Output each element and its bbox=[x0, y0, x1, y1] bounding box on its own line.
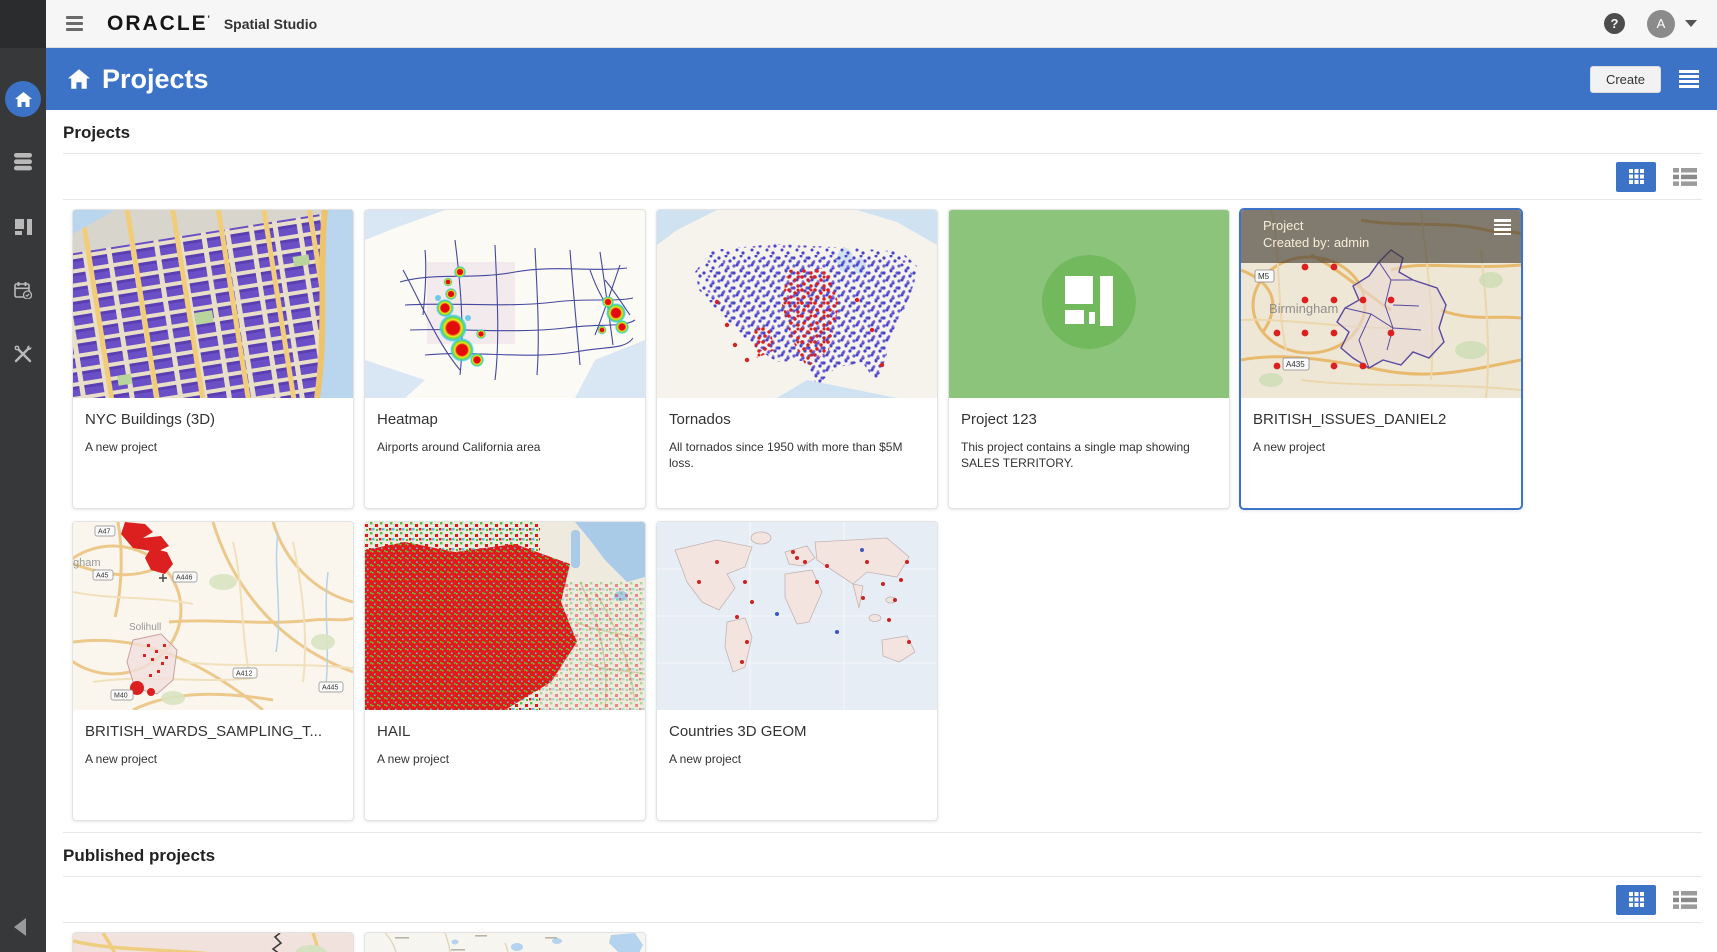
page-header: Projects Create bbox=[46, 48, 1717, 110]
page-title: Projects bbox=[102, 64, 209, 95]
british-issues-thumbnail: Birmingham M5 A435 Project Created by: a… bbox=[1241, 210, 1521, 398]
published-card-grid bbox=[63, 923, 1702, 952]
jobs-calendar-icon bbox=[14, 282, 32, 299]
projects-card-grid: NYC Buildings (3D) A new project bbox=[63, 200, 1702, 821]
project-title: BRITISH_ISSUES_DANIEL2 bbox=[1253, 411, 1509, 428]
hail-thumbnail bbox=[365, 522, 645, 710]
project-title: BRITISH_WARDS_SAMPLING_T... bbox=[85, 723, 341, 740]
overlay-type-label: Project bbox=[1263, 218, 1511, 233]
help-icon[interactable]: ? bbox=[1604, 13, 1625, 34]
published-grid-view-button[interactable] bbox=[1616, 885, 1656, 915]
project-title: Project 123 bbox=[961, 411, 1217, 428]
project-title: Heatmap bbox=[377, 411, 633, 428]
section-divider bbox=[63, 832, 1702, 833]
project-description: Airports around California area bbox=[377, 439, 633, 455]
project-card-british-issues-daniel2[interactable]: Birmingham M5 A435 Project Created by: a… bbox=[1240, 209, 1522, 509]
grid-view-icon bbox=[1629, 892, 1644, 907]
avatar[interactable]: A bbox=[1647, 10, 1675, 38]
published-section-heading: Published projects bbox=[63, 846, 1702, 877]
collapse-sidebar-icon[interactable] bbox=[14, 918, 26, 936]
overlay-created-by: Created by: admin bbox=[1263, 235, 1511, 250]
map-label-solihull: Solihull bbox=[129, 622, 161, 633]
road-badge-m40: M40 bbox=[114, 693, 128, 700]
grid-view-icon bbox=[1629, 169, 1644, 184]
top-bar: ORACLE' Spatial Studio ? A bbox=[46, 0, 1717, 48]
list-view-button[interactable] bbox=[1668, 162, 1702, 192]
project-123-thumbnail bbox=[949, 210, 1229, 398]
home-icon bbox=[68, 69, 90, 89]
grid-view-button[interactable] bbox=[1616, 162, 1656, 192]
project-card-british-wards-sampling[interactable]: gham Solihull A47 A45 A446 A412 bbox=[72, 521, 354, 821]
left-sidebar bbox=[0, 0, 46, 952]
list-view-icon bbox=[1673, 891, 1697, 909]
map-label-gham: gham bbox=[73, 557, 101, 569]
map-label-birmingham: Birmingham bbox=[1269, 301, 1338, 316]
project-title: Countries 3D GEOM bbox=[669, 723, 925, 740]
oracle-logo: ORACLE' bbox=[107, 12, 212, 36]
projects-icon bbox=[15, 219, 32, 235]
project-description: A new project bbox=[669, 751, 925, 767]
admin-tools-icon bbox=[14, 345, 32, 363]
project-description: A new project bbox=[85, 751, 341, 767]
road-badge-a446: A446 bbox=[176, 575, 192, 582]
project-card-countries-3d-geom[interactable]: Countries 3D GEOM A new project bbox=[656, 521, 938, 821]
project-title: Tornados bbox=[669, 411, 925, 428]
product-name: Spatial Studio bbox=[224, 16, 317, 32]
published-list-view-button[interactable] bbox=[1668, 885, 1702, 915]
published-thumbnail-1 bbox=[73, 933, 353, 952]
road-badge-a445: A445 bbox=[322, 685, 338, 692]
caret-down-icon[interactable] bbox=[1685, 20, 1697, 27]
project-card-heatmap[interactable]: Heatmap Airports around California area bbox=[364, 209, 646, 509]
countries-thumbnail bbox=[657, 522, 937, 710]
sidebar-item-datasets[interactable] bbox=[0, 139, 46, 185]
sidebar-top-strip bbox=[0, 0, 46, 48]
hamburger-menu-icon[interactable] bbox=[66, 16, 83, 31]
home-active-indicator bbox=[5, 81, 41, 117]
tornados-thumbnail bbox=[657, 210, 937, 398]
project-card-tornados[interactable]: Tornados All tornados since 1950 with mo… bbox=[656, 209, 938, 509]
list-view-icon bbox=[1673, 168, 1697, 186]
database-icon bbox=[13, 153, 33, 171]
sidebar-item-home[interactable] bbox=[0, 76, 46, 122]
project-description: This project contains a single map showi… bbox=[961, 439, 1217, 471]
card-menu-icon[interactable] bbox=[1494, 219, 1511, 235]
create-button[interactable]: Create bbox=[1590, 66, 1661, 93]
project-title: NYC Buildings (3D) bbox=[85, 411, 341, 428]
road-badge-a47: A47 bbox=[98, 529, 111, 536]
project-card-hail[interactable]: HAIL A new project bbox=[364, 521, 646, 821]
card-hover-overlay: Project Created by: admin bbox=[1241, 210, 1521, 263]
project-description: All tornados since 1950 with more than $… bbox=[669, 439, 925, 471]
published-card-2[interactable] bbox=[364, 932, 646, 952]
project-description: A new project bbox=[1253, 439, 1509, 455]
british-wards-thumbnail: gham Solihull A47 A45 A446 A412 bbox=[73, 522, 353, 710]
published-toolbar bbox=[63, 877, 1702, 923]
project-card-project-123[interactable]: Project 123 This project contains a sing… bbox=[948, 209, 1230, 509]
home-icon bbox=[15, 92, 32, 107]
project-description: A new project bbox=[85, 439, 341, 455]
spatial-studio-page: ORACLE' Spatial Studio ? A Projects Crea… bbox=[0, 0, 1717, 952]
project-description: A new project bbox=[377, 751, 633, 767]
main-content: Projects bbox=[46, 110, 1717, 952]
published-thumbnail-2 bbox=[365, 933, 645, 952]
road-badge-m5: M5 bbox=[1258, 272, 1270, 281]
projects-toolbar bbox=[63, 154, 1702, 200]
road-badge-a45: A45 bbox=[96, 573, 109, 580]
road-badge-a412: A412 bbox=[236, 671, 252, 678]
project-card-nyc-buildings[interactable]: NYC Buildings (3D) A new project bbox=[72, 209, 354, 509]
projects-section-heading: Projects bbox=[63, 123, 1702, 154]
sidebar-item-jobs[interactable] bbox=[0, 267, 46, 313]
project-title: HAIL bbox=[377, 723, 633, 740]
header-menu-icon[interactable] bbox=[1679, 70, 1699, 88]
sidebar-item-projects[interactable] bbox=[0, 204, 46, 250]
heatmap-thumbnail bbox=[365, 210, 645, 398]
nyc-buildings-thumbnail bbox=[73, 210, 353, 398]
sidebar-item-administration[interactable] bbox=[0, 331, 46, 377]
published-card-1[interactable] bbox=[72, 932, 354, 952]
road-badge-a435: A435 bbox=[1286, 360, 1305, 369]
